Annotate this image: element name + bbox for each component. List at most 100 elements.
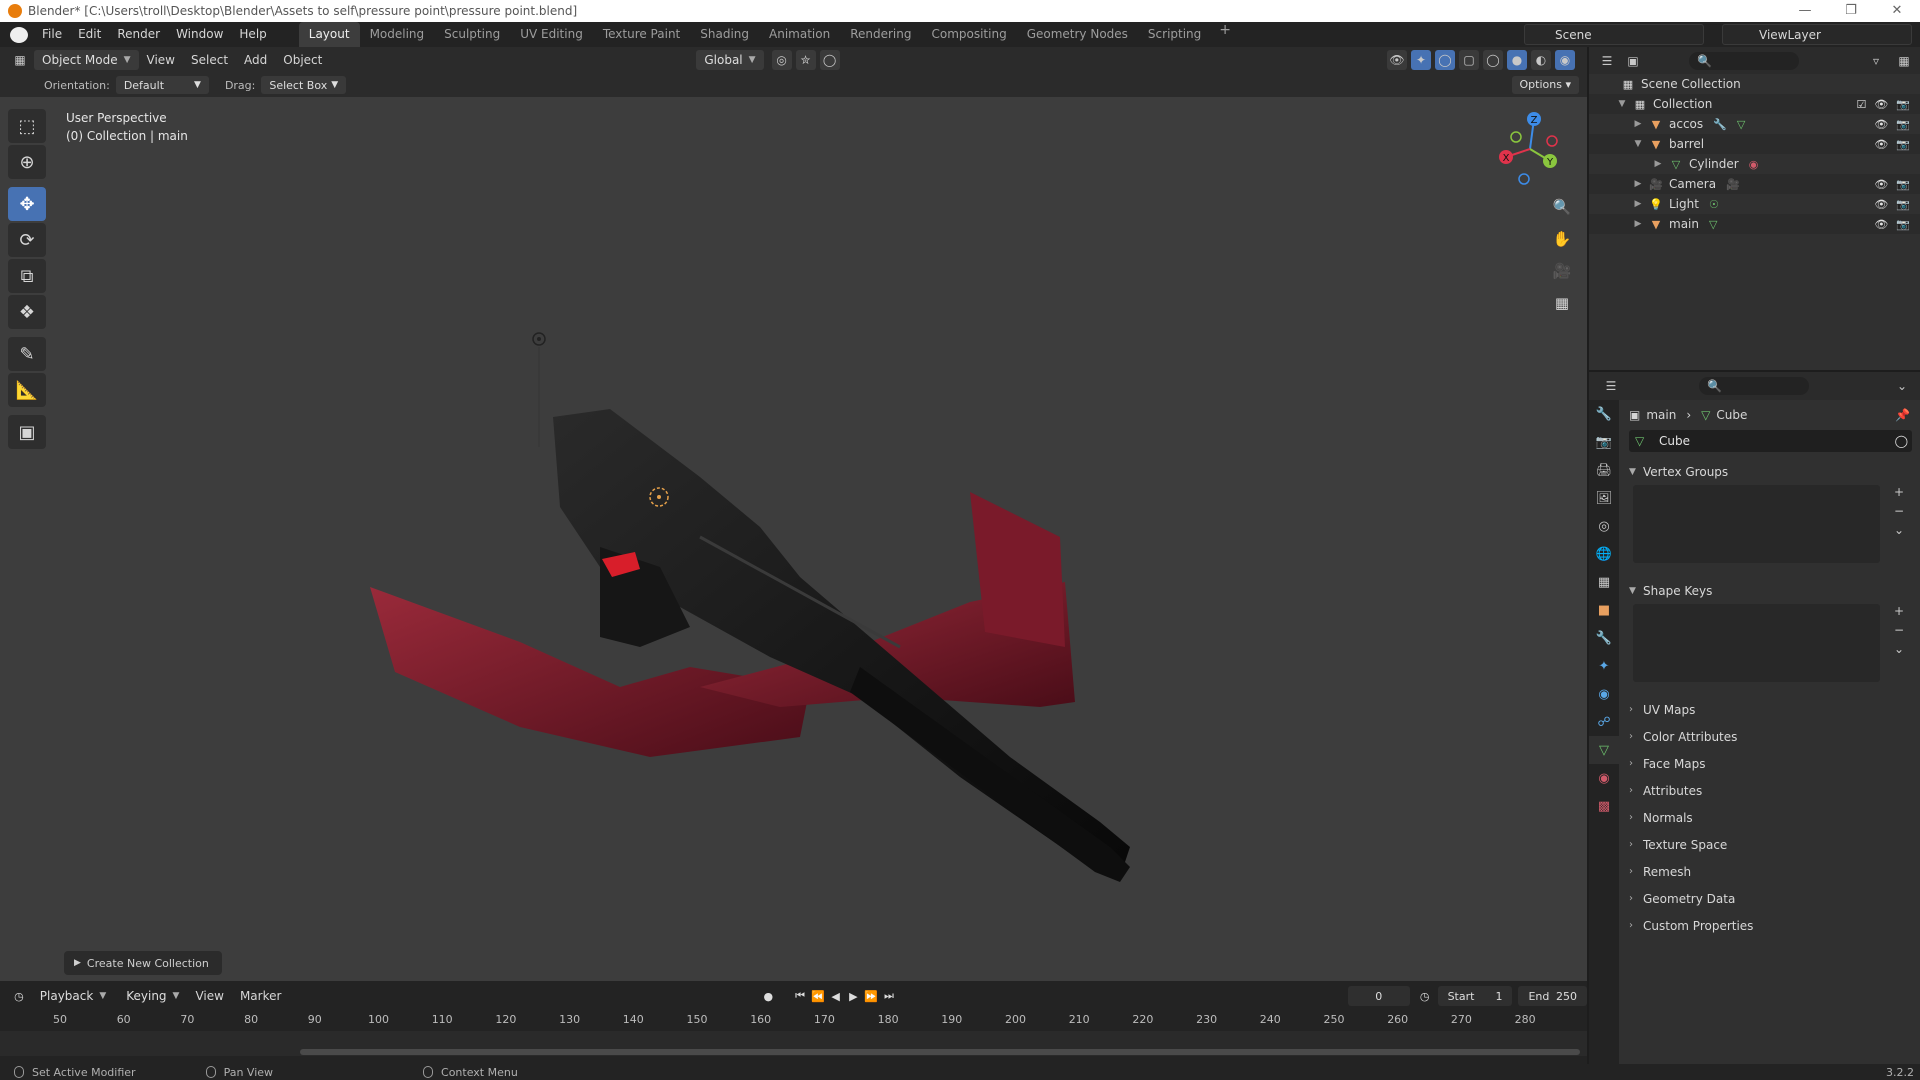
- playback-menu[interactable]: Playback ▼: [32, 986, 114, 1006]
- tab-modeling[interactable]: Modeling: [360, 22, 435, 47]
- keying-menu[interactable]: Keying ▼: [118, 986, 187, 1006]
- chevron-right-icon[interactable]: ▶: [1653, 159, 1663, 169]
- jump-start-icon[interactable]: ⏮: [791, 986, 809, 1006]
- editor-type-icon[interactable]: ▦: [10, 50, 30, 70]
- start-frame-field[interactable]: Start 1: [1437, 986, 1513, 1006]
- transform-tool[interactable]: ❖: [8, 295, 46, 329]
- pan-hand-icon[interactable]: ✋: [1548, 225, 1576, 253]
- timeline-ruler[interactable]: 50 60 70 80 90 100 110 120 130 140 150 160 170 180 190…: [0, 1013, 1587, 1029]
- viewport-menu-object[interactable]: Object: [275, 53, 330, 67]
- remove-vertex-group-button[interactable]: −: [1890, 504, 1908, 520]
- chevron-right-icon[interactable]: ▶: [1633, 219, 1643, 229]
- remove-shape-key-button[interactable]: −: [1890, 623, 1908, 639]
- checkbox-icon[interactable]: ☑: [1856, 98, 1866, 111]
- viewport-menu-add[interactable]: Add: [236, 53, 275, 67]
- tab-geometry-nodes[interactable]: Geometry Nodes: [1017, 22, 1138, 47]
- ortho-grid-icon[interactable]: ▦: [1548, 289, 1576, 317]
- panel-uv-maps[interactable]: › UV Maps: [1619, 696, 1920, 723]
- chevron-down-icon[interactable]: ▼: [1633, 139, 1643, 149]
- constraints-tab-icon[interactable]: ☍: [1589, 708, 1619, 736]
- mesh-data-icon[interactable]: ▽: [1737, 118, 1745, 131]
- panel-texture-space[interactable]: › Texture Space: [1619, 831, 1920, 858]
- play-icon[interactable]: ▶: [845, 986, 863, 1006]
- end-frame-field[interactable]: End 250: [1518, 986, 1587, 1006]
- camera-data-icon[interactable]: 🎥: [1726, 178, 1740, 191]
- proportional-edit-icon[interactable]: ◯: [819, 50, 840, 70]
- last-operator-panel[interactable]: ▶ Create New Collection: [64, 951, 222, 975]
- drag-dropdown[interactable]: Select Box ▼: [261, 76, 347, 94]
- vertex-groups-panel-header[interactable]: ▼ Vertex Groups: [1619, 458, 1920, 485]
- viewport-menu-view[interactable]: View: [139, 53, 183, 67]
- light-data-icon[interactable]: ☉: [1709, 198, 1719, 211]
- fake-user-shield-icon[interactable]: ◯: [1895, 434, 1908, 448]
- camera-view-icon[interactable]: 🎥: [1548, 257, 1576, 285]
- eye-icon[interactable]: 👁: [1874, 198, 1888, 211]
- mode-dropdown[interactable]: Object Mode ▼: [34, 50, 139, 70]
- panel-custom-properties[interactable]: › Custom Properties: [1619, 912, 1920, 939]
- rotate-tool[interactable]: ⟳: [8, 223, 46, 257]
- annotate-tool[interactable]: ✎: [8, 337, 46, 371]
- properties-search-input[interactable]: 🔍: [1699, 377, 1809, 395]
- chevron-right-icon[interactable]: ▶: [1633, 119, 1643, 129]
- maximize-button[interactable]: ❐: [1828, 0, 1874, 22]
- zoom-icon[interactable]: 🔍: [1548, 193, 1576, 221]
- eye-icon[interactable]: 👁: [1874, 118, 1888, 131]
- vertex-groups-list[interactable]: [1633, 485, 1880, 563]
- eye-icon[interactable]: 👁: [1874, 178, 1888, 191]
- record-icon[interactable]: ●: [759, 986, 777, 1006]
- view-layer-tab-icon[interactable]: 🖼: [1589, 484, 1619, 512]
- blender-menu-icon[interactable]: [10, 26, 28, 43]
- eye-icon[interactable]: 👁: [1874, 138, 1888, 151]
- tab-animation[interactable]: Animation: [759, 22, 840, 47]
- rendered-shading-icon[interactable]: ◉: [1555, 50, 1575, 70]
- eye-icon[interactable]: 👁: [1874, 98, 1888, 111]
- add-workspace-button[interactable]: +: [1211, 22, 1239, 47]
- material-icon[interactable]: ◉: [1749, 158, 1759, 171]
- menu-render[interactable]: Render: [109, 22, 168, 47]
- eye-icon[interactable]: 👁: [1874, 218, 1888, 231]
- add-vertex-group-button[interactable]: +: [1890, 485, 1908, 501]
- wireframe-shading-icon[interactable]: ◯: [1483, 50, 1503, 70]
- vertex-group-menu-button[interactable]: ⌄: [1890, 523, 1908, 539]
- filter-icon[interactable]: ▿: [1866, 51, 1886, 71]
- panel-geometry-data[interactable]: › Geometry Data: [1619, 885, 1920, 912]
- timeline-marker-menu[interactable]: Marker: [232, 989, 289, 1003]
- particles-tab-icon[interactable]: ✦: [1589, 652, 1619, 680]
- add-cube-tool[interactable]: ▣: [8, 415, 46, 449]
- xray-icon[interactable]: ▢: [1459, 50, 1479, 70]
- view-layer-selector[interactable]: ViewLayer: [1722, 24, 1912, 45]
- outliner-item-light[interactable]: ▶ 💡 Light ☉ 👁 📷: [1589, 194, 1920, 214]
- navigation-gizmo[interactable]: Z Y X: [1490, 107, 1570, 187]
- pivot-icon[interactable]: ◎: [771, 50, 792, 70]
- minimize-button[interactable]: —: [1782, 0, 1828, 22]
- chevron-down-icon[interactable]: ⌄: [1892, 376, 1912, 396]
- close-button[interactable]: ✕: [1874, 0, 1920, 22]
- mesh-data-icon[interactable]: ▽: [1635, 434, 1644, 448]
- panel-remesh[interactable]: › Remesh: [1619, 858, 1920, 885]
- add-shape-key-button[interactable]: +: [1890, 604, 1908, 620]
- next-keyframe-icon[interactable]: ⏩: [862, 986, 880, 1006]
- shape-key-menu-button[interactable]: ⌄: [1890, 642, 1908, 658]
- tab-rendering[interactable]: Rendering: [840, 22, 921, 47]
- timeline-scrollbar[interactable]: [300, 1049, 1580, 1055]
- shape-keys-list[interactable]: [1633, 604, 1880, 682]
- scene-selector[interactable]: Scene: [1524, 24, 1704, 45]
- output-tab-icon[interactable]: 🖨: [1589, 456, 1619, 484]
- tab-shading[interactable]: Shading: [690, 22, 759, 47]
- camera-render-icon[interactable]: 📷: [1896, 178, 1910, 191]
- chevron-down-icon[interactable]: ▼: [1617, 99, 1627, 109]
- play-reverse-icon[interactable]: ◀: [827, 986, 845, 1006]
- scene-tab-icon[interactable]: ◎: [1589, 512, 1619, 540]
- chevron-right-icon[interactable]: ▶: [1633, 179, 1643, 189]
- tab-scripting[interactable]: Scripting: [1138, 22, 1211, 47]
- panel-face-maps[interactable]: › Face Maps: [1619, 750, 1920, 777]
- collection-tab-icon[interactable]: ▦: [1589, 568, 1619, 596]
- timeline-view-menu[interactable]: View: [187, 989, 231, 1003]
- world-tab-icon[interactable]: 🌐: [1589, 540, 1619, 568]
- 3d-viewport[interactable]: ▦ Object Mode ▼ View Select Add Object Gl…: [0, 47, 1587, 981]
- tool-tab-icon[interactable]: 🔧: [1589, 400, 1619, 428]
- material-tab-icon[interactable]: ◉: [1589, 764, 1619, 792]
- measure-tool[interactable]: 📐: [8, 373, 46, 407]
- display-mode-icon[interactable]: ▣: [1623, 51, 1643, 71]
- cursor-tool[interactable]: ⊕: [8, 145, 46, 179]
